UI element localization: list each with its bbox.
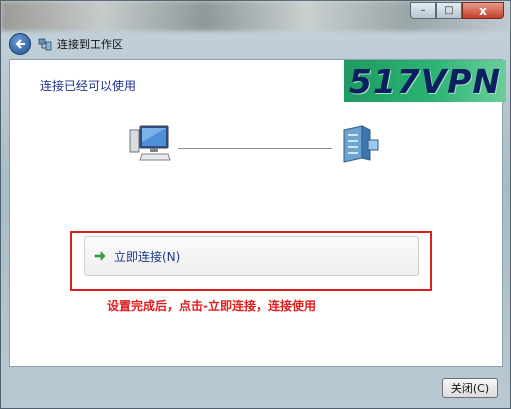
logo-text: 517VPN	[348, 61, 502, 101]
green-arrow-icon	[94, 250, 106, 262]
connect-now-button[interactable]: 立即连接(N)	[84, 236, 419, 276]
computer-icon	[128, 124, 172, 167]
content-pane: 连接已经可以使用 517VPN 立即连接(N) 设置完成后，点击-立即连接，连接…	[9, 59, 506, 367]
nav-row: 连接到工作区	[9, 33, 123, 55]
server-icon	[340, 124, 380, 167]
caption-buttons: – □ x	[410, 2, 504, 19]
close-window-button[interactable]: x	[462, 2, 504, 19]
maximize-button[interactable]: □	[436, 2, 462, 19]
network-icon	[38, 37, 52, 51]
brand-logo: 517VPN	[344, 60, 506, 102]
back-arrow-icon[interactable]	[9, 33, 31, 55]
page-title: 连接已经可以使用	[40, 79, 137, 93]
instruction-note: 设置完成后，点击-立即连接，连接使用	[107, 299, 316, 313]
minimize-button[interactable]: –	[410, 2, 436, 19]
connection-line	[178, 148, 332, 149]
connect-now-label: 立即连接(N)	[114, 249, 181, 264]
window-title: 连接到工作区	[57, 38, 123, 51]
close-button[interactable]: 关闭(C)	[442, 378, 498, 398]
dialog-window: – □ x 连接到工作区 连接已经可以使用 517VPN 立即连接(N) 设置完…	[0, 0, 511, 409]
